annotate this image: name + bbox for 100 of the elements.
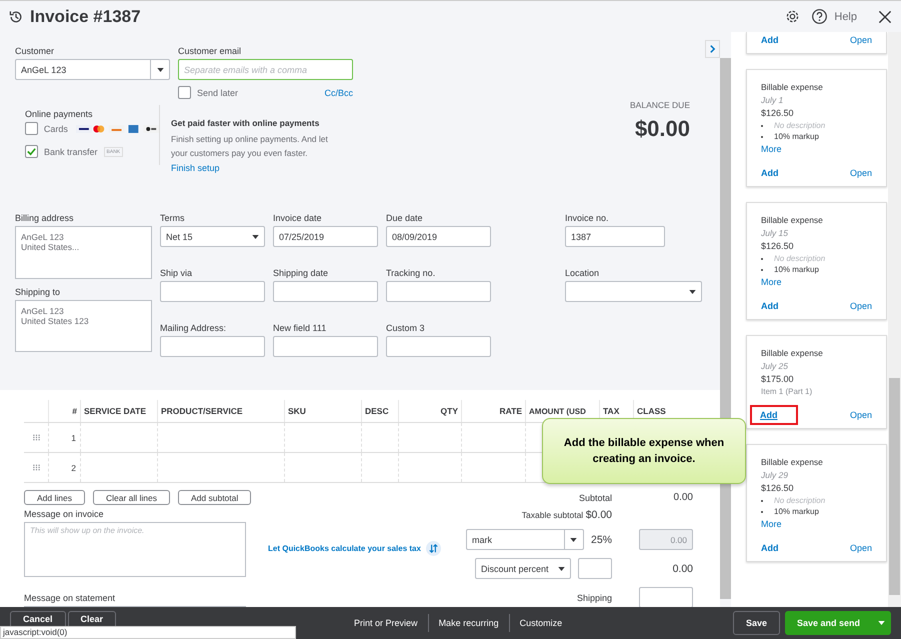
more-link[interactable]: More xyxy=(761,144,872,154)
history-icon[interactable] xyxy=(8,8,24,24)
footer-link[interactable]: Customize xyxy=(508,614,572,632)
footer-link[interactable]: Print or Preview xyxy=(344,614,428,632)
open-link[interactable]: Open xyxy=(850,35,872,45)
input-field[interactable] xyxy=(386,281,491,302)
discount-field[interactable] xyxy=(578,558,612,579)
input-field[interactable] xyxy=(273,336,378,357)
checkbox[interactable] xyxy=(25,122,38,135)
tax-rate-select[interactable]: mark xyxy=(466,529,584,550)
save-button[interactable]: Save xyxy=(732,611,780,635)
line-button[interactable]: Clear all lines xyxy=(92,490,170,505)
address-field[interactable]: AnGeL 123 United States 123 xyxy=(15,300,152,352)
column-header: DESC xyxy=(365,406,389,416)
balance-label: BALANCE DUE xyxy=(630,100,690,110)
expense-date: July 25 xyxy=(761,361,789,371)
field-label: Shipping to xyxy=(15,286,62,296)
input-field[interactable] xyxy=(273,281,378,302)
column-header: QTY xyxy=(440,406,458,416)
select-field[interactable]: Net 15 xyxy=(160,226,265,247)
drag-handle-icon[interactable] xyxy=(32,434,40,440)
expense-note: Item 1 (Part 1) xyxy=(761,387,814,396)
subtotal-amount: 0.00 xyxy=(672,492,693,503)
input-field[interactable] xyxy=(386,336,491,357)
open-link[interactable]: Open xyxy=(850,168,872,178)
sales-tax-link[interactable]: Let QuickBooks calculate your sales tax xyxy=(268,544,421,552)
add-link[interactable]: Add xyxy=(750,405,798,425)
expense-detail: No description xyxy=(774,121,826,130)
more-link[interactable]: More xyxy=(761,519,872,529)
field-label: Custom 3 xyxy=(386,323,426,333)
checkbox-label: Send later xyxy=(197,88,238,98)
input-field[interactable]: 07/25/2019 xyxy=(273,226,378,247)
checkbox[interactable] xyxy=(178,86,191,99)
input-field[interactable]: 1387 xyxy=(565,226,665,247)
swap-icon[interactable] xyxy=(426,540,441,556)
line-button[interactable]: Add subtotal xyxy=(178,490,252,505)
status-url-tooltip: javascript:void(0) xyxy=(0,626,296,639)
add-link[interactable]: Add xyxy=(761,543,778,553)
scrollbar[interactable] xyxy=(888,32,901,607)
finish-setup-link[interactable]: Finish setup xyxy=(171,163,220,173)
open-link[interactable]: Open xyxy=(850,543,872,553)
discount-select[interactable]: Discount percent xyxy=(475,558,571,579)
column-header: PRODUCT/SERVICE xyxy=(161,406,243,416)
caret-icon xyxy=(878,621,885,625)
cc-bcc-link[interactable]: Cc/Bcc xyxy=(324,88,353,98)
expense-detail: 10% markup xyxy=(774,132,819,141)
expense-amount: $126.50 xyxy=(761,108,795,118)
expense-detail: 10% markup xyxy=(774,265,819,274)
tax-rate: 25% xyxy=(590,534,612,546)
address-field[interactable]: AnGeL 123 United States... xyxy=(15,226,152,278)
window-title: Invoice #1387 xyxy=(30,6,141,26)
checkbox[interactable] xyxy=(25,145,38,158)
checkbox-label: Bank transfer xyxy=(44,146,98,156)
caret-icon xyxy=(558,566,565,570)
caret-icon xyxy=(252,234,259,238)
open-link[interactable]: Open xyxy=(850,301,872,311)
open-link[interactable]: Open xyxy=(850,410,872,420)
field-label: Customer xyxy=(15,46,56,56)
caret-icon xyxy=(156,68,164,72)
expense-title: Billable expense xyxy=(761,348,824,358)
select-field[interactable] xyxy=(565,281,702,302)
column-header: CLASS xyxy=(637,406,666,416)
column-header: AMOUNT (USD xyxy=(529,406,586,416)
expense-date: July 15 xyxy=(761,228,789,238)
row-number: 2 xyxy=(71,462,76,472)
help-link[interactable]: Help xyxy=(834,10,857,22)
help-icon[interactable] xyxy=(811,8,828,25)
collapse-panel-button[interactable] xyxy=(705,40,720,58)
input-field[interactable] xyxy=(160,336,265,357)
column-header: SKU xyxy=(288,406,306,416)
field-label: Shipping date xyxy=(273,268,330,278)
more-link[interactable]: More xyxy=(761,277,872,287)
promo-title: Get paid faster with online payments xyxy=(171,118,320,128)
close-icon[interactable] xyxy=(877,8,893,24)
save-and-send-button[interactable]: Save and send xyxy=(784,611,891,635)
expense-amount: $126.50 xyxy=(761,241,795,251)
line-button[interactable]: Add lines xyxy=(24,490,85,505)
field-label: Customer email xyxy=(178,46,242,56)
row-number: 1 xyxy=(71,432,76,442)
email-field[interactable]: Separate emails with a comma xyxy=(178,59,353,80)
drag-handle-icon[interactable] xyxy=(32,464,40,470)
add-link[interactable]: Add xyxy=(761,35,778,45)
message-field[interactable]: This will show up on the invoice. xyxy=(24,522,246,577)
field-label: Location xyxy=(565,268,600,278)
input-field[interactable] xyxy=(160,281,265,302)
add-link[interactable]: Add xyxy=(761,168,778,178)
caret-icon xyxy=(689,290,696,294)
field-label: Message on invoice xyxy=(24,509,105,519)
field-label: Tracking no. xyxy=(386,268,436,278)
expense-title: Billable expense xyxy=(761,457,824,467)
callout-tooltip: Add the billable expense when creating an invoice. xyxy=(542,418,746,484)
add-link[interactable]: Add xyxy=(761,301,778,311)
column-header: SERVICE DATE xyxy=(84,406,146,416)
footer-link[interactable]: Make recurring xyxy=(428,614,509,632)
expense-detail: No description xyxy=(774,496,826,505)
input-field[interactable]: 08/09/2019 xyxy=(386,226,491,247)
discount-amount: 0.00 xyxy=(672,562,693,574)
customer-select[interactable]: AnGeL 123 xyxy=(15,59,170,80)
chevron-icon xyxy=(709,44,716,54)
shipping-field[interactable] xyxy=(639,587,693,607)
